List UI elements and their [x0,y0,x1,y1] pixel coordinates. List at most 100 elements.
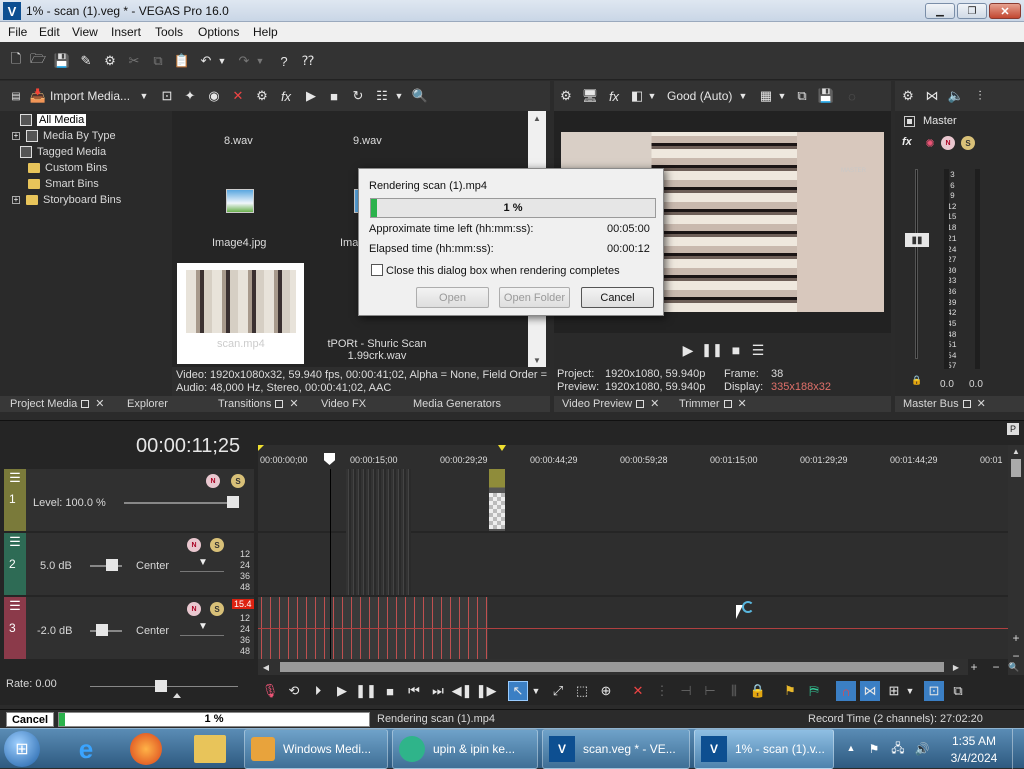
master-fader-track[interactable] [915,169,918,359]
play-icon[interactable]: ▶ [332,681,352,701]
media-properties-icon[interactable]: ⚙ [252,86,272,106]
start-button[interactable]: ⊞ [4,731,40,767]
undo-dropdown-icon[interactable]: ▼ [216,51,228,71]
tab-transitions[interactable]: Transitions ✕ [218,396,299,412]
get-media-icon[interactable]: ✦ [180,86,200,106]
marker-icon[interactable]: P [1007,423,1019,435]
master-plugin-icon[interactable]: ✺ [923,136,937,150]
tab-video-fx[interactable]: Video FX [321,396,366,412]
track-3-lane[interactable] [258,597,1008,659]
master-solo-icon[interactable]: S [961,136,975,150]
lock-icon[interactable]: 🔒 [911,375,922,386]
timeline-hscroll[interactable]: ◀ ▶ [258,659,968,675]
preview-stop-icon[interactable]: ■ [726,340,746,360]
overlays-grid-icon[interactable]: ▦ [756,86,776,106]
master-mute-icon[interactable]: N [941,136,955,150]
tree-tagged-media[interactable]: Tagged Media [20,144,106,160]
zoom-in-icon[interactable]: + [968,660,980,674]
scroll-thumb[interactable] [1011,459,1021,477]
loop-playback-icon[interactable]: ⟲ [284,681,304,701]
tab-explorer[interactable]: Explorer [127,396,168,412]
taskbar-item-windows-media[interactable]: Windows Medi... [244,729,388,769]
tree-all-media[interactable]: All Media [20,112,87,128]
properties-gear-icon[interactable]: ⚙ [100,51,120,71]
close-when-done-checkbox[interactable] [371,264,383,276]
menu-help[interactable]: Help [253,25,278,39]
copy-snapshot-icon[interactable]: ⧉ [792,86,812,106]
previous-frame-icon[interactable]: ◀❚ [452,681,473,701]
track-2-header[interactable]: ☰ 2 N S 5.0 dB Center ▼ 12 24 36 48 [4,533,254,595]
vegas-app-icon[interactable]: V [3,2,21,20]
tab-close-icon[interactable]: ✕ [650,398,659,410]
save-as-icon[interactable]: ✎ [76,51,96,71]
taskbar-item-upin-ipin[interactable]: upin & ipin ke... [392,729,538,769]
menu-insert[interactable]: Insert [111,25,141,39]
window-icon[interactable] [275,400,284,409]
taskbar-item-scan-veg[interactable]: Vscan.veg * - VE... [542,729,690,769]
snapping-icon[interactable]: ∩ [836,681,856,701]
stop-icon[interactable]: ■ [380,681,400,701]
timecode-display[interactable]: 00:00:11;25 [136,435,240,458]
preview-quality-select[interactable]: Good (Auto) [667,89,732,103]
scroll-up-icon[interactable]: ▲ [1008,445,1024,457]
window-icon[interactable] [962,400,971,409]
maximize-button[interactable]: ❐ [957,3,987,19]
next-frame-icon[interactable]: ❚▶ [476,681,497,701]
zoom-tool-icon[interactable]: 🔍 [1008,661,1020,673]
remove-media-icon[interactable]: ✕ [228,86,248,106]
tab-close-icon[interactable]: ✕ [977,398,986,410]
insert-region-icon[interactable]: ⛿ [804,681,824,701]
play-from-start-icon[interactable]: ⏵ [308,681,328,701]
cancel-render-button[interactable]: Cancel [581,287,654,308]
redo-dropdown-icon[interactable]: ▼ [254,51,266,71]
playhead-handle-icon[interactable] [324,453,335,465]
tab-close-icon[interactable]: ✕ [738,398,747,410]
tab-media-generators[interactable]: Media Generators [413,396,501,412]
scroll-thumb[interactable] [280,662,944,672]
downmix-icon[interactable]: ⋈ [922,86,942,106]
copy-icon[interactable]: ⧉ [148,51,168,71]
window-icon[interactable] [723,400,732,409]
track-solo-icon[interactable]: S [210,538,224,552]
zoom-edit-tool-icon[interactable]: ⊕ [596,681,616,701]
master-mute-checkbox[interactable] [904,116,915,127]
import-media-icon[interactable]: 📥 [28,86,48,106]
zoom-out-icon[interactable]: − [990,660,1002,674]
cut-icon[interactable]: ✂ [124,51,144,71]
volume-slider-handle[interactable] [96,624,108,636]
pan-handle-icon[interactable]: ▼ [198,557,208,568]
firefox-icon[interactable] [130,733,162,765]
network-icon[interactable]: 🖧 [890,741,906,757]
media-file-image-partial[interactable]: Ima [340,237,358,249]
ignore-grouping-icon[interactable]: ⧉ [948,681,968,701]
media-fx-icon[interactable]: fx [276,86,296,106]
insert-marker-icon[interactable]: ⚑ [780,681,800,701]
clock-time[interactable]: 1:35 AM [944,734,1004,748]
search-icon[interactable]: 🔍 [410,86,430,106]
open-folder-button[interactable]: Open Folder [499,287,570,308]
trim-icon[interactable]: ⋮ [652,681,672,701]
pan-handle-icon[interactable]: ▼ [198,621,208,632]
menu-options[interactable]: Options [198,25,239,39]
go-to-start-icon[interactable]: ⏮ [404,681,424,701]
auto-preview-toggle-icon[interactable]: ↻ [348,86,368,106]
track-menu-icon[interactable]: ☰ [8,598,22,613]
quality-dropdown-icon[interactable]: ▼ [737,86,749,106]
expand-icon[interactable]: + [12,196,20,205]
media-file-scan-mp4-selected[interactable]: scan.mp4 [177,263,304,364]
tree-smart-bins[interactable]: Smart Bins [28,176,99,192]
open-folder-icon[interactable]: 🗁 [28,51,48,71]
tree-media-by-type[interactable]: + Media By Type [12,128,116,144]
window-icon[interactable] [636,400,645,409]
open-button[interactable]: Open [416,287,489,308]
show-desktop-button[interactable] [1012,729,1024,769]
edit-tool-dropdown-icon[interactable]: ▼ [530,681,542,701]
preview-play-icon[interactable]: ▶ [678,340,698,360]
track-mute-icon[interactable]: N [187,538,201,552]
master-fader-handle[interactable]: ▮▮ [905,233,929,247]
taskbar-item-render-progress[interactable]: V 1% - scan (1).v... [694,729,834,769]
track-menu-icon[interactable]: ☰ [8,470,22,485]
scroll-right-icon[interactable]: ▶ [950,661,962,673]
expand-icon[interactable]: + [12,132,20,141]
tab-trimmer[interactable]: Trimmer ✕ [679,396,747,412]
